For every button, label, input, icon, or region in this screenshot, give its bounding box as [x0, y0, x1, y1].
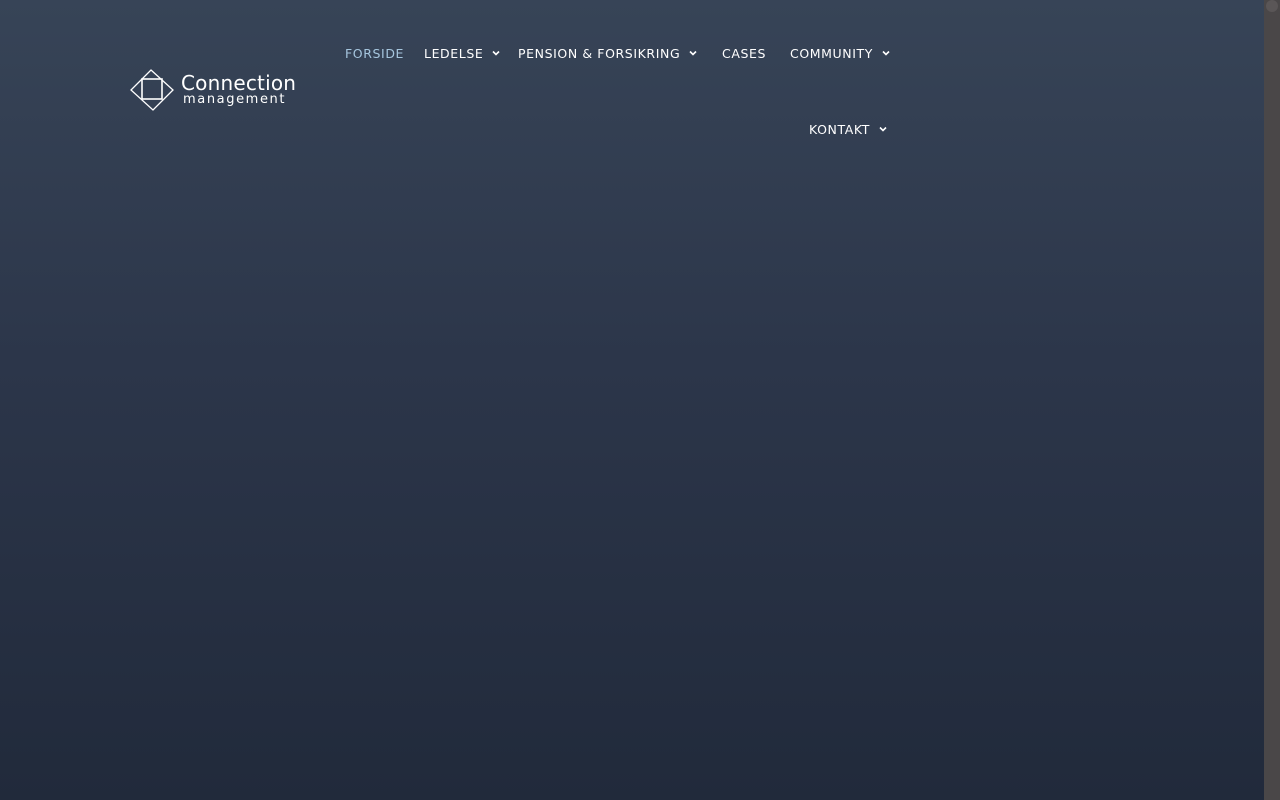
overlapping-squares-logo-icon: [130, 69, 174, 111]
vertical-scrollbar[interactable]: [1264, 0, 1280, 800]
chevron-down-icon: [882, 50, 890, 56]
nav-item-label: FORSIDE: [345, 45, 405, 61]
nav-item-label: KONTAKT: [809, 121, 870, 137]
nav-item-label: PENSION & FORSIKRING: [518, 45, 681, 61]
nav-item-cases[interactable]: CASES: [722, 43, 766, 63]
page-hero: Connection management FORSIDE LEDELSE PE…: [0, 0, 1264, 800]
nav-item-forside[interactable]: FORSIDE: [345, 43, 404, 63]
chevron-down-icon: [492, 50, 500, 56]
nav-item-pension-forsikring[interactable]: PENSION & FORSIKRING: [518, 43, 698, 63]
site-logo[interactable]: Connection management: [129, 68, 304, 114]
nav-item-kontakt[interactable]: KONTAKT: [809, 119, 888, 139]
brand-name: Connection: [181, 71, 297, 95]
nav-item-label: LEDELSE: [424, 45, 484, 61]
nav-item-community[interactable]: COMMUNITY: [790, 43, 891, 63]
nav-item-label: CASES: [722, 45, 767, 61]
scrollbar-thumb[interactable]: [1266, 0, 1278, 12]
chevron-down-icon: [879, 126, 887, 132]
brand-subtitle: management: [183, 92, 287, 107]
chevron-down-icon: [689, 50, 697, 56]
nav-item-label: COMMUNITY: [790, 45, 873, 61]
nav-item-ledelse[interactable]: LEDELSE: [424, 43, 501, 63]
